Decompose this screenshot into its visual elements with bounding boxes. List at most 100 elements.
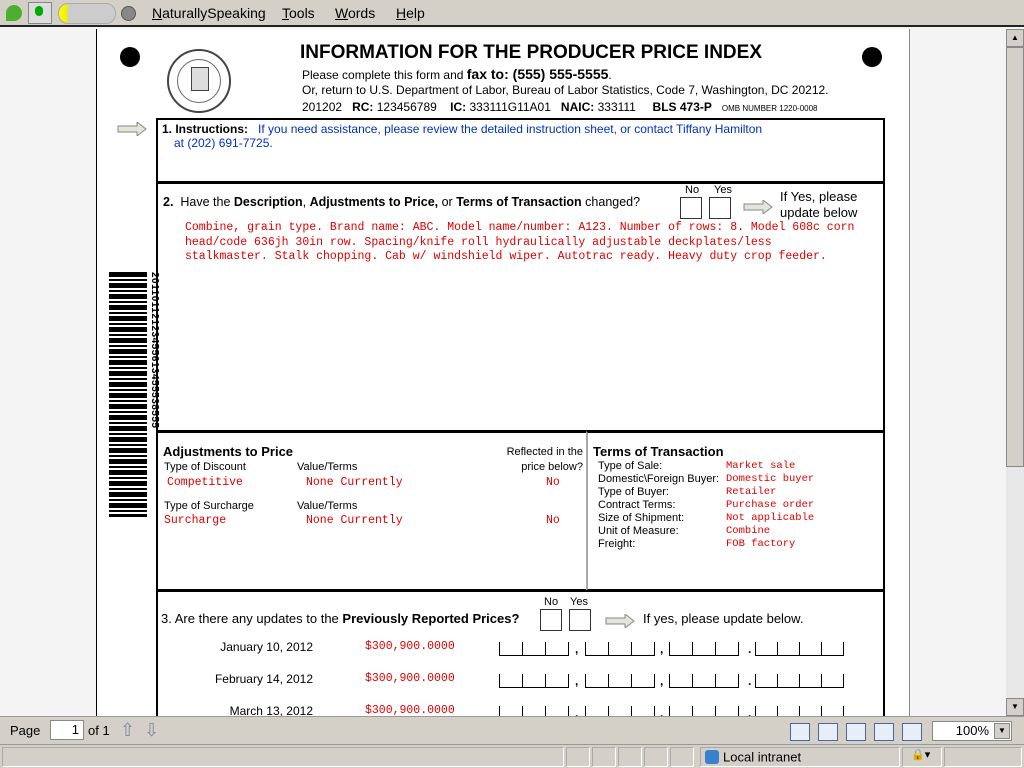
price-entry-thousands[interactable] — [499, 642, 569, 656]
no-label: No — [544, 596, 559, 608]
price-entry-hundreds[interactable] — [585, 674, 655, 688]
price-entry-decimals[interactable] — [755, 642, 844, 656]
value-terms-label: Value/Terms — [297, 461, 358, 473]
status-pane — [644, 747, 668, 767]
changes-yes-checkbox[interactable] — [709, 197, 731, 219]
changes-question: 2. Have the Description, Adjustments to … — [163, 195, 641, 209]
single-page-icon[interactable] — [874, 723, 894, 741]
microphone-icon[interactable] — [28, 2, 52, 24]
surcharge-value: None Currently — [306, 514, 403, 527]
page-number-input[interactable]: 1 — [50, 720, 84, 740]
menu-words[interactable]: Words — [335, 5, 375, 21]
dragon-flame-icon[interactable] — [6, 5, 22, 21]
dragon-toolbar: NaturallySpeaking Tools Words Help — [0, 0, 1024, 27]
price-entry-thousands[interactable] — [499, 674, 569, 688]
zoom-dropdown-icon[interactable]: ▼ — [994, 723, 1010, 739]
price-date: March 13, 2012 — [229, 704, 313, 716]
price-entry-units[interactable] — [669, 706, 739, 716]
intranet-globe-icon — [705, 750, 719, 764]
menu-naturallyspeaking[interactable]: NaturallySpeaking — [152, 5, 266, 21]
discount-label: Type of Discount — [164, 461, 246, 473]
price-entry-units[interactable] — [669, 642, 739, 656]
prices-yes-checkbox[interactable] — [569, 609, 591, 631]
fit-width-icon[interactable] — [818, 723, 838, 741]
status-pane — [618, 747, 642, 767]
fit-page-icon[interactable] — [790, 723, 810, 741]
next-page-icon[interactable]: ⇩ — [144, 720, 159, 741]
fax-prefix: Please complete this form and — [302, 68, 464, 82]
department-of-labor-seal — [167, 49, 231, 113]
status-light-icon — [121, 6, 136, 21]
price-entry-decimals[interactable] — [755, 674, 844, 688]
menu-tools[interactable]: Tools — [282, 5, 315, 21]
discount-value: None Currently — [306, 476, 403, 489]
volume-meter — [58, 3, 116, 24]
price-entry-hundreds[interactable] — [585, 642, 655, 656]
changes-no-checkbox[interactable] — [680, 197, 702, 219]
scroll-down-button[interactable]: ▼ — [1006, 698, 1024, 716]
price-date: February 14, 2012 — [214, 672, 313, 686]
discount-type: Competitive — [167, 476, 243, 489]
previous-page-icon[interactable]: ⇧ — [120, 720, 135, 741]
section-terms: Terms of Transaction Type of Sale: Market… — [586, 431, 885, 591]
return-address: Or, return to U.S. Department of Labor, … — [302, 83, 829, 97]
multi-page-icon[interactable] — [902, 723, 922, 741]
pdf-navigation-bar: Page 1 of 1 ⇧ ⇩ 100% ▼ — [0, 716, 1024, 744]
section-previous-prices: 3. Are there any updates to the Previous… — [156, 590, 885, 716]
discount-reflected: No — [546, 476, 560, 489]
scroll-thumb[interactable] — [1006, 47, 1024, 467]
no-label: No — [685, 184, 700, 196]
price-value: $300,900.0000 — [365, 672, 455, 685]
surcharge-reflected: No — [546, 514, 560, 527]
page-count: of 1 — [88, 723, 110, 738]
arrow-right-icon — [743, 200, 773, 214]
price-entry-units[interactable] — [669, 674, 739, 688]
resize-grip[interactable] — [944, 747, 1022, 767]
terms-key: Unit of Measure: — [598, 525, 679, 537]
terms-value: Purchase order — [726, 499, 815, 511]
menu-help[interactable]: Help — [396, 5, 425, 21]
pdf-page: INFORMATION FOR THE PRODUCER PRICE INDEX… — [96, 29, 910, 716]
adjustments-title: Adjustments to Price — [163, 444, 294, 459]
status-pane — [566, 747, 590, 767]
terms-key: Contract Terms: — [598, 499, 676, 511]
terms-row: Contract Terms: Purchase order — [598, 499, 878, 512]
product-description: Combine, grain type. Brand name: ABC. Mo… — [185, 221, 855, 263]
reflected-header: Reflected in the price below? — [506, 446, 583, 473]
status-text — [2, 747, 564, 767]
page-label: Page — [10, 723, 41, 738]
price-value: $300,900.0000 — [365, 704, 455, 716]
terms-title: Terms of Transaction — [593, 444, 724, 459]
vertical-scrollbar[interactable]: ▲ ▼ — [1006, 29, 1024, 716]
section-changes: 2. Have the Description, Adjustments to … — [156, 182, 885, 432]
rc-value: 123456789 — [376, 100, 437, 114]
terms-value: Market sale — [726, 460, 796, 472]
status-bar: Local intranet 🔒▾ — [0, 744, 1024, 768]
barcode — [109, 272, 147, 517]
punch-hole — [862, 47, 882, 67]
ic-value: 333111G11A01 — [469, 100, 551, 114]
section-adjustments: Adjustments to Price Reflected in the pri… — [156, 431, 587, 591]
prices-no-checkbox[interactable] — [540, 609, 562, 631]
security-zone: Local intranet — [700, 747, 900, 767]
instructions-text: If you need assistance, please review th… — [258, 122, 763, 136]
if-yes-note: If Yes, please update below — [780, 189, 858, 220]
terms-value: FOB factory — [726, 538, 796, 550]
naic-value: 333111 — [597, 100, 636, 114]
yes-label: Yes — [714, 184, 732, 196]
scroll-up-button[interactable]: ▲ — [1006, 29, 1024, 47]
terms-row: Freight: FOB factory — [598, 538, 878, 551]
protected-mode-icon[interactable]: 🔒▾ — [902, 747, 942, 767]
price-entry-thousands[interactable] — [499, 706, 569, 716]
zone-label: Local intranet — [723, 749, 802, 765]
price-entry-hundreds[interactable] — [585, 706, 655, 716]
price-entry-decimals[interactable] — [755, 706, 844, 716]
value-terms-label: Value/Terms — [297, 500, 358, 512]
omb-number: OMB NUMBER 1220-0008 — [721, 104, 818, 113]
yes-label: Yes — [570, 596, 588, 608]
terms-row: Type of Buyer: Retailer — [598, 486, 878, 499]
surcharge-label: Type of Surcharge — [164, 500, 254, 512]
terms-row: Unit of Measure: Combine — [598, 525, 878, 538]
fax-line: Please complete this form and fax to: (5… — [302, 66, 612, 82]
fit-height-icon[interactable] — [846, 723, 866, 741]
